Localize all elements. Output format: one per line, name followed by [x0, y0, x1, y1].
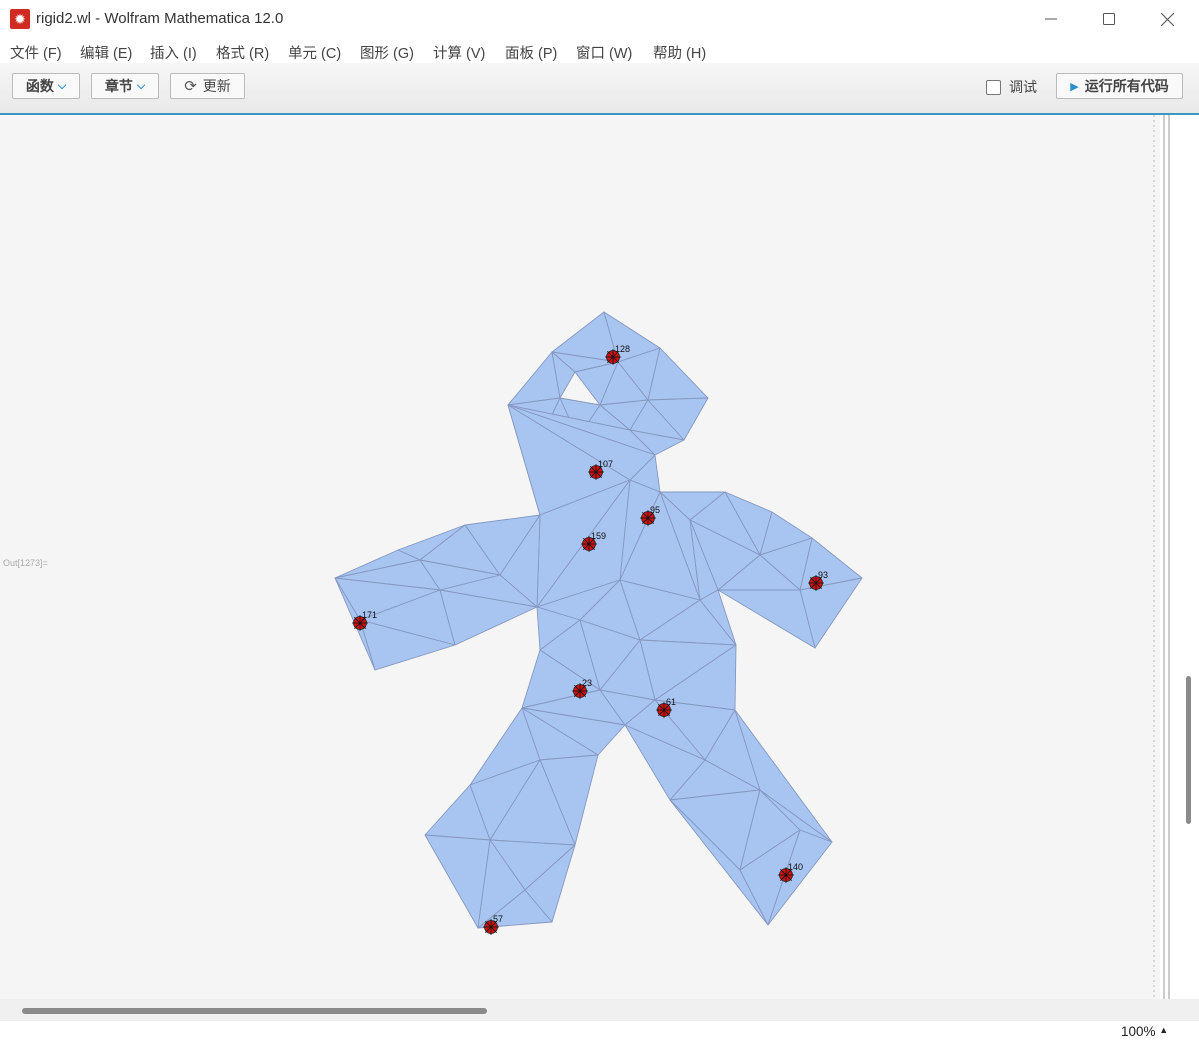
vertex-label: 171	[362, 610, 377, 620]
zoom-level: 100%	[1121, 1024, 1156, 1039]
vertex-label: 57	[493, 914, 503, 924]
update-button[interactable]: ⟳ 更新	[170, 73, 245, 99]
vertical-scrollbar-thumb[interactable]	[1186, 676, 1191, 824]
vertex-label: 61	[666, 697, 676, 707]
status-bar	[0, 1021, 1199, 1043]
functions-dropdown[interactable]: 函数 ⌵	[12, 73, 80, 99]
minimize-button[interactable]	[1022, 0, 1080, 38]
notebook-area[interactable]: Out[1273]= 128 107 95 159 93 171 23 61 140 57	[0, 115, 1160, 999]
menu-bar: 文件 (F) 编辑 (E) 插入 (I) 格式 (R) 单元 (C) 图形 (G…	[0, 38, 1199, 63]
close-button[interactable]	[1138, 0, 1196, 38]
vertex-label: 159	[591, 531, 606, 541]
menu-edit[interactable]: 编辑 (E)	[80, 42, 132, 63]
horizontal-scrollbar-thumb[interactable]	[22, 1008, 487, 1014]
sections-label: 章节	[104, 78, 133, 94]
vertex-label: 23	[582, 678, 592, 688]
menu-window[interactable]: 窗口 (W)	[576, 42, 632, 63]
menu-insert[interactable]: 插入 (I)	[150, 42, 197, 63]
run-all-label: 运行所有代码	[1084, 78, 1169, 94]
window-title: rigid2.wl - Wolfram Mathematica 12.0	[36, 10, 284, 27]
debug-toggle[interactable]: 调试	[986, 77, 1037, 97]
play-icon: ▶	[1070, 80, 1079, 93]
mesh-graphic[interactable]: 128 107 95 159 93 171 23 61 140 57	[0, 115, 1160, 999]
mesh-triangles	[334, 311, 863, 929]
vertex-label: 140	[788, 862, 803, 872]
debug-checkbox[interactable]	[986, 79, 1001, 95]
chevron-down-icon: ⌵	[136, 79, 146, 92]
sections-dropdown[interactable]: 章节 ⌵	[91, 73, 159, 99]
functions-label: 函数	[25, 78, 54, 94]
caret-up-icon: ▲	[1159, 1025, 1169, 1035]
vertex-label: 93	[818, 570, 828, 580]
vertex-label: 95	[650, 505, 660, 515]
cell-brackets[interactable]	[1146, 115, 1176, 999]
maximize-icon	[1103, 13, 1115, 25]
maximize-button[interactable]	[1080, 0, 1138, 38]
toolbar: 函数 ⌵ 章节 ⌵ ⟳ 更新 调试 ▶ 运行所有代码	[0, 63, 1199, 115]
menu-palettes[interactable]: 面板 (P)	[505, 42, 557, 63]
vertex-label: 128	[615, 344, 630, 354]
vertical-scrollbar-track[interactable]	[1183, 115, 1199, 999]
vertex-label: 107	[598, 459, 613, 469]
zoom-menu[interactable]: 100% ▲	[1121, 1024, 1168, 1039]
menu-file[interactable]: 文件 (F)	[10, 42, 62, 63]
title-bar: ✹ rigid2.wl - Wolfram Mathematica 12.0	[0, 0, 1199, 38]
chevron-down-icon: ⌵	[57, 79, 67, 92]
update-label: 更新	[202, 78, 231, 94]
mathematica-icon: ✹	[10, 9, 30, 29]
minimize-icon	[1045, 18, 1057, 20]
refresh-icon: ⟳	[184, 78, 197, 95]
close-icon	[1160, 12, 1174, 26]
menu-format[interactable]: 格式 (R)	[216, 42, 269, 63]
menu-evaluation[interactable]: 计算 (V)	[433, 42, 485, 63]
run-all-button[interactable]: ▶ 运行所有代码	[1056, 73, 1183, 99]
menu-graphics[interactable]: 图形 (G)	[360, 42, 414, 63]
mesh-triangle	[507, 351, 561, 406]
menu-cell[interactable]: 单元 (C)	[288, 42, 341, 63]
menu-help[interactable]: 帮助 (H)	[653, 42, 706, 63]
debug-label: 调试	[1009, 79, 1037, 95]
